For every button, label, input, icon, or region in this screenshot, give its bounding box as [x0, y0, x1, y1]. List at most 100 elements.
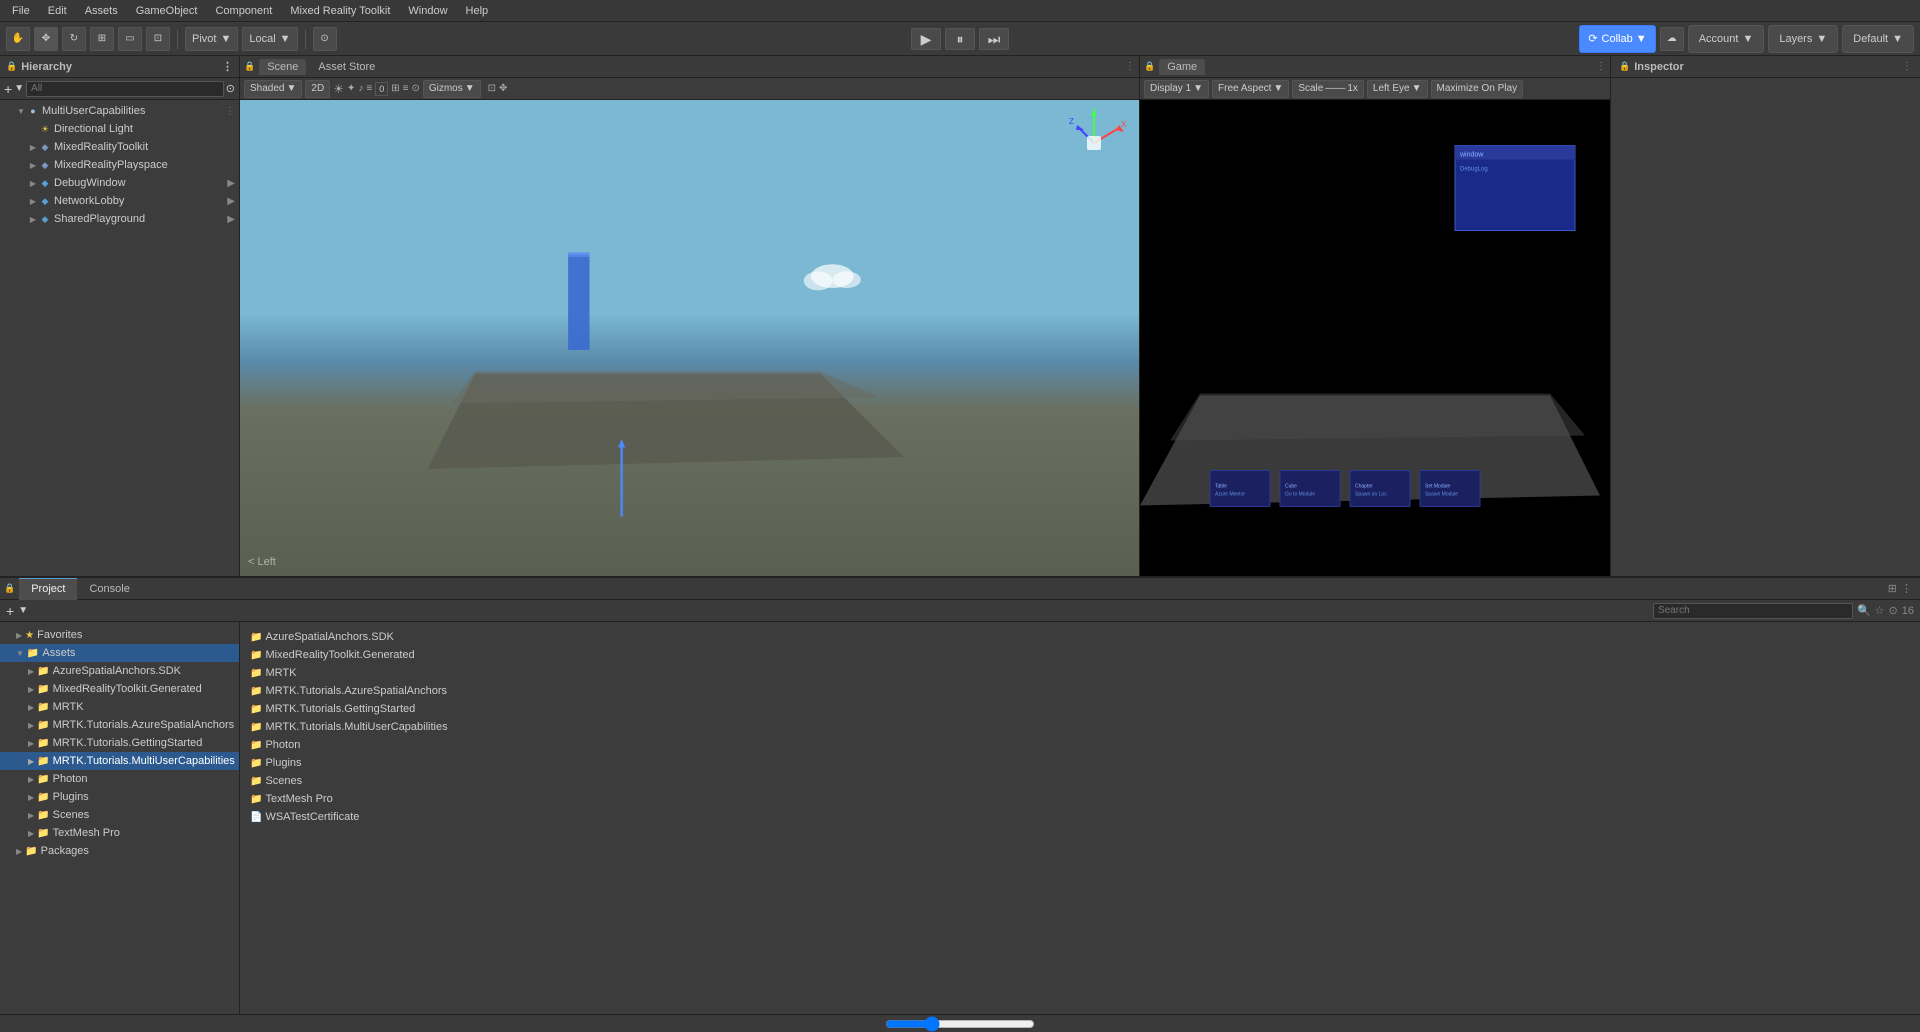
asset-item-9[interactable]: 📁 TextMesh Pro [246, 790, 1914, 808]
hierarchy-more-icon[interactable]: ⋮ [222, 60, 233, 73]
2d-toggle[interactable]: 2D [305, 80, 330, 98]
maximize-dropdown[interactable]: Maximize On Play [1431, 80, 1524, 98]
add-icon[interactable]: + [6, 603, 14, 619]
lighting-icon[interactable]: ☀ [333, 82, 344, 96]
tool-rect[interactable]: ▭ [118, 27, 142, 51]
tree-item-sharedplayground[interactable]: ▶ ◆ SharedPlayground ▶ [0, 210, 239, 228]
menu-assets[interactable]: Assets [77, 3, 126, 19]
tab-asset-store[interactable]: Asset Store [310, 59, 383, 75]
game-more-icon[interactable]: ⋮ [1596, 61, 1606, 72]
left-item-2[interactable]: ▶ 📁 MRTK [0, 698, 239, 716]
stats-icon[interactable]: ≡ [366, 83, 372, 94]
scale-dropdown[interactable]: Scale —— 1x [1292, 80, 1364, 98]
tree-item-networklobby[interactable]: ▶ ◆ NetworkLobby ▶ [0, 192, 239, 210]
tree-item-mrplayspace[interactable]: ▶ ◆ MixedRealityPlayspace [0, 156, 239, 174]
hierarchy-add-icon[interactable]: + [4, 81, 12, 97]
tree-item-multiusercapabilities[interactable]: ▼ ● MultiUserCapabilities ⋮ [0, 102, 239, 120]
aspect-dropdown[interactable]: Free Aspect▼ [1212, 80, 1289, 98]
asset-item-8[interactable]: 📁 Scenes [246, 772, 1914, 790]
pivot-dropdown[interactable]: Pivot▼ [185, 27, 238, 51]
asset-item-4[interactable]: 📁 MRTK.Tutorials.GettingStarted [246, 700, 1914, 718]
collab-button[interactable]: ⟳ Collab ▼ [1579, 25, 1655, 53]
value-0[interactable]: 0 [375, 82, 388, 96]
tree-item-debugwindow[interactable]: ▶ ◆ DebugWindow ▶ [0, 174, 239, 192]
asset-item-10[interactable]: 📄 WSATestCertificate [246, 808, 1914, 826]
left-item-4[interactable]: ▶ 📁 MRTK.Tutorials.GettingStarted [0, 734, 239, 752]
packages-root[interactable]: ▶ 📁 Packages [0, 842, 239, 860]
inspector-panel: 🔒 Inspector ⋮ [1610, 56, 1920, 576]
hierarchy-search[interactable] [26, 81, 224, 97]
left-item-9[interactable]: ▶ 📁 TextMesh Pro [0, 824, 239, 842]
hierarchy-dropdown-icon[interactable]: ▼ [14, 83, 24, 94]
zoom-slider[interactable] [885, 1016, 1035, 1032]
asset-item-5[interactable]: 📁 MRTK.Tutorials.MultiUserCapabilities [246, 718, 1914, 736]
scene-more-icon[interactable]: ⋮ [1125, 61, 1135, 72]
pause-button[interactable]: ⏸ [945, 28, 975, 50]
project-more-icon[interactable]: ⋮ [1901, 582, 1912, 595]
project-search-input[interactable] [1653, 603, 1853, 619]
item-more-icon[interactable]: ⋮ [225, 106, 235, 117]
scale-slider[interactable]: —— [1325, 83, 1345, 94]
eye-dropdown[interactable]: Left Eye▼ [1367, 80, 1428, 98]
audio-icon[interactable]: ♪ [358, 83, 363, 94]
asset-item-2[interactable]: 📁 MRTK [246, 664, 1914, 682]
left-item-0[interactable]: ▶ 📁 AzureSpatialAnchors.SDK [0, 662, 239, 680]
tab-game[interactable]: Game [1159, 59, 1205, 75]
snap-btn[interactable]: ⊙ [313, 27, 337, 51]
menu-edit[interactable]: Edit [40, 3, 75, 19]
asset-item-0[interactable]: 📁 AzureSpatialAnchors.SDK [246, 628, 1914, 646]
filter2-icon[interactable]: ⊙ [1889, 604, 1898, 617]
tab-project[interactable]: Project [19, 578, 77, 600]
layers-scene-icon[interactable]: ≡ [403, 83, 409, 94]
left-item-7[interactable]: ▶ 📁 Plugins [0, 788, 239, 806]
left-item-3[interactable]: ▶ 📁 MRTK.Tutorials.AzureSpatialAnchors [0, 716, 239, 734]
assets-root[interactable]: ▼ 📁 Assets [0, 644, 239, 662]
menu-file[interactable]: File [4, 3, 38, 19]
shaded-dropdown[interactable]: Shaded▼ [244, 80, 302, 98]
left-item-5[interactable]: ▶ 📁 MRTK.Tutorials.MultiUserCapabilities [0, 752, 239, 770]
star-icon[interactable]: ☆ [1875, 604, 1885, 617]
tool-scale[interactable]: ⊞ [90, 27, 114, 51]
menu-component[interactable]: Component [207, 3, 280, 19]
menu-gameobject[interactable]: GameObject [128, 3, 206, 19]
tool-hand[interactable]: ✋ [6, 27, 30, 51]
toolbar: ✋ ✥ ↻ ⊞ ▭ ⊡ Pivot▼ Local▼ ⊙ ▶ ⏸ ⏭ ⟳ Coll… [0, 22, 1920, 56]
tree-item-directional-light[interactable]: ☀ Directional Light [0, 120, 239, 138]
account-button[interactable]: Account ▼ [1688, 25, 1765, 53]
left-item-1[interactable]: ▶ 📁 MixedRealityToolkit.Generated [0, 680, 239, 698]
expand-icon[interactable]: ⊞ [1888, 582, 1897, 595]
left-item-6[interactable]: ▶ 📁 Photon [0, 770, 239, 788]
grid-icon[interactable]: ⊞ [391, 83, 399, 94]
search-icon[interactable]: 🔍 [1857, 604, 1871, 617]
menu-window[interactable]: Window [400, 3, 455, 19]
step-button[interactable]: ⏭ [979, 28, 1009, 50]
tool-move[interactable]: ✥ [34, 27, 58, 51]
tool-transform[interactable]: ⊡ [146, 27, 170, 51]
filter-icon[interactable]: ⊙ [411, 83, 419, 94]
game-canvas[interactable]: window DebugLog Table Azure Mentor Cube … [1140, 100, 1610, 576]
inspector-more-icon[interactable]: ⋮ [1902, 61, 1912, 72]
asset-item-1[interactable]: 📁 MixedRealityToolkit.Generated [246, 646, 1914, 664]
scene-canvas[interactable]: X Z Y < Left [240, 100, 1139, 576]
asset-item-6[interactable]: 📁 Photon [246, 736, 1914, 754]
tree-item-mrtoolkit[interactable]: ▶ ◆ MixedRealityToolkit [0, 138, 239, 156]
favorites-group[interactable]: ▶ ★ Favorites [0, 626, 239, 644]
asset-item-7[interactable]: 📁 Plugins [246, 754, 1914, 772]
layout-button[interactable]: Default ▼ [1842, 25, 1914, 53]
menu-help[interactable]: Help [458, 3, 497, 19]
fx-icon[interactable]: ✦ [347, 83, 355, 94]
layers-button[interactable]: Layers ▼ [1768, 25, 1838, 53]
gizmos-dropdown[interactable]: Gizmos▼ [423, 80, 481, 98]
tab-console[interactable]: Console [77, 578, 141, 600]
hierarchy-filter-icon[interactable]: ⊙ [226, 82, 235, 95]
left-item-8[interactable]: ▶ 📁 Scenes [0, 806, 239, 824]
local-dropdown[interactable]: Local▼ [242, 27, 297, 51]
display-dropdown[interactable]: Display 1▼ [1144, 80, 1209, 98]
cloud-button[interactable]: ☁ [1660, 27, 1684, 51]
tool-rotate[interactable]: ↻ [62, 27, 86, 51]
asset-item-3[interactable]: 📁 MRTK.Tutorials.AzureSpatialAnchors [246, 682, 1914, 700]
add-dropdown-icon[interactable]: ▼ [18, 605, 28, 616]
tab-scene[interactable]: Scene [259, 59, 306, 75]
menu-mrtk[interactable]: Mixed Reality Toolkit [282, 3, 398, 19]
play-button[interactable]: ▶ [911, 28, 941, 50]
